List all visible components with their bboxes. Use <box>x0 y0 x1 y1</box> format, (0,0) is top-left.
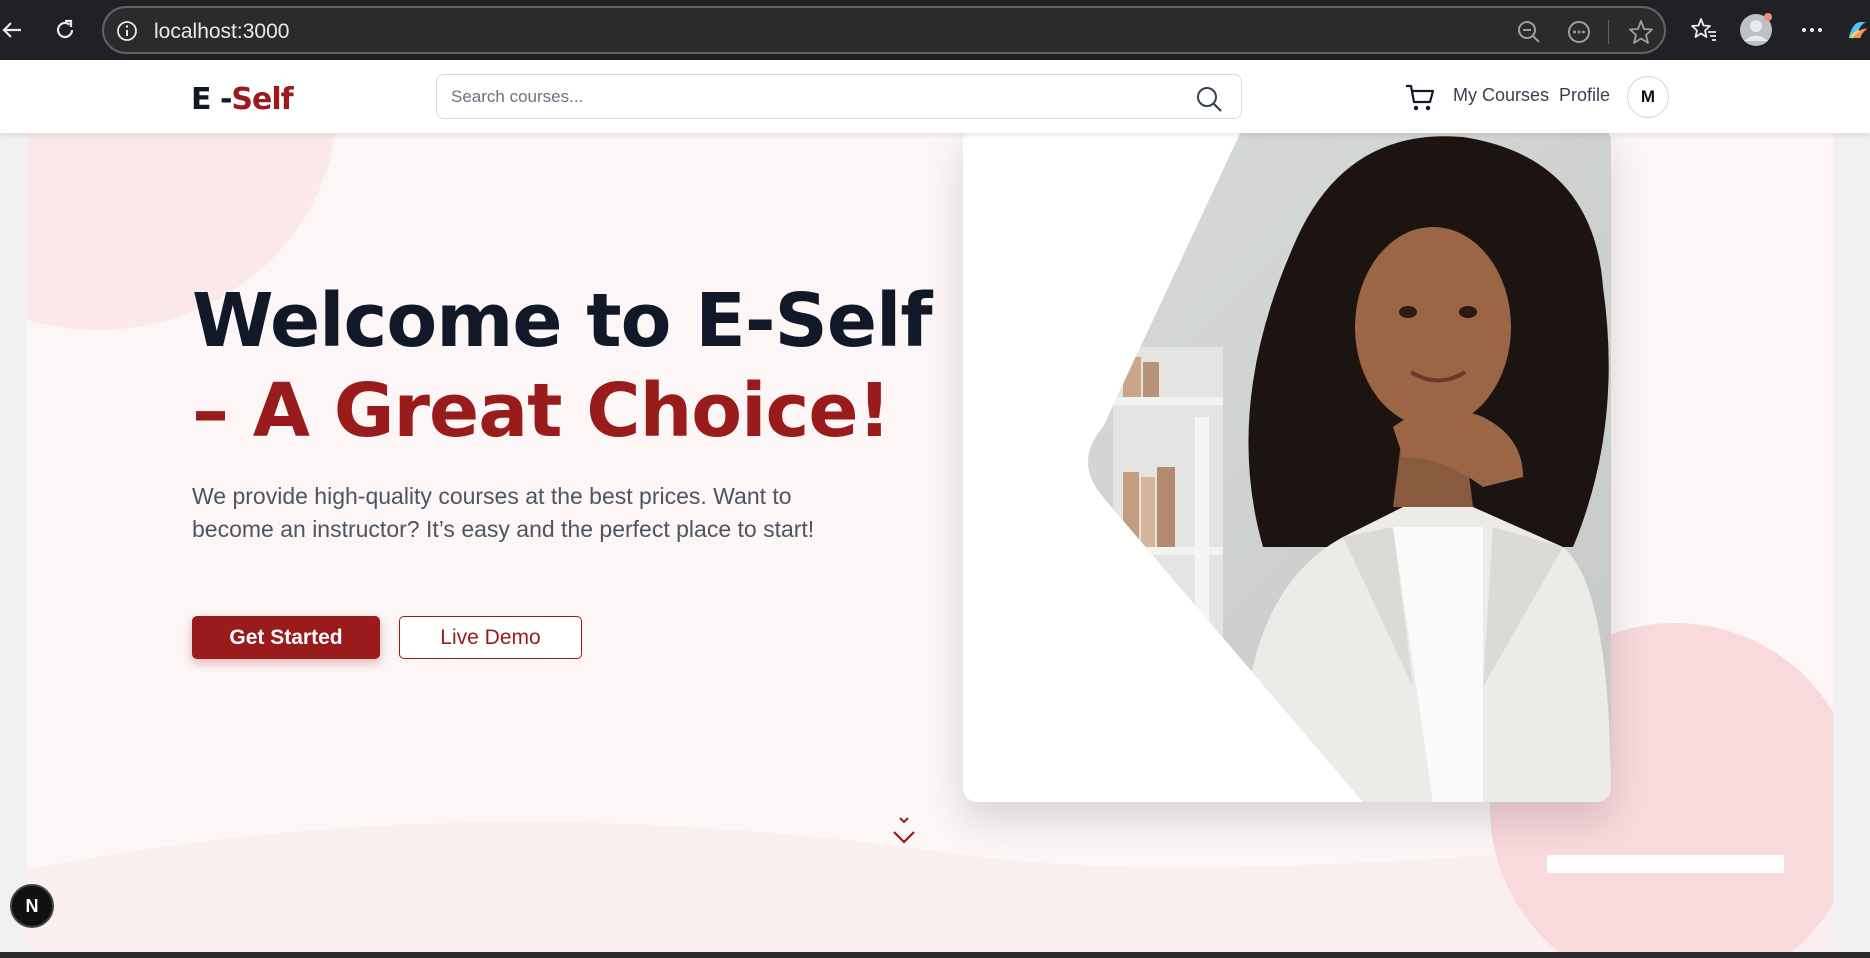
decorative-stripe <box>1547 855 1784 873</box>
more-tools-icon[interactable] <box>1566 19 1592 45</box>
instructor-portrait-illustration <box>1088 127 1611 802</box>
zoom-out-icon[interactable] <box>1516 19 1542 45</box>
chevron-down-icon[interactable] <box>890 816 918 846</box>
search-box <box>436 74 1242 119</box>
url-text[interactable]: localhost:3000 <box>154 20 289 44</box>
site-logo[interactable]: E -Self <box>191 82 294 117</box>
info-icon[interactable] <box>116 20 138 42</box>
browser-toolbar: localhost:3000 <box>0 0 1870 60</box>
address-bar[interactable]: localhost:3000 <box>102 6 1666 54</box>
nav-profile[interactable]: Profile <box>1559 85 1610 106</box>
avatar[interactable]: M <box>1627 76 1669 118</box>
menu-dots-icon[interactable] <box>1794 12 1830 48</box>
logo-suffix: Self <box>231 82 293 117</box>
dev-tools-badge[interactable]: N <box>10 884 54 928</box>
star-icon[interactable] <box>1628 19 1654 45</box>
site-header: E -Self My Courses Profile M <box>0 60 1870 133</box>
address-divider <box>1608 20 1609 44</box>
hero-title-line-1: Welcome to E-Self <box>192 278 933 364</box>
search-icon[interactable] <box>1195 85 1223 113</box>
get-started-button[interactable]: Get Started <box>192 616 380 659</box>
live-demo-button[interactable]: Live Demo <box>399 616 582 659</box>
hero-title-line-2: – A Great Choice! <box>192 368 891 454</box>
window-bottom-edge <box>0 952 1870 958</box>
favorites-icon[interactable] <box>1686 12 1722 48</box>
hero-image <box>963 127 1611 802</box>
profile-icon[interactable] <box>1738 12 1774 48</box>
nav-my-courses[interactable]: My Courses <box>1453 85 1549 106</box>
hero-description: We provide high-quality courses at the b… <box>192 483 815 542</box>
reload-icon[interactable] <box>45 10 85 50</box>
copilot-icon[interactable] <box>1846 12 1870 48</box>
search-input[interactable] <box>451 85 1151 109</box>
logo-prefix: E - <box>191 82 232 117</box>
cart-icon[interactable] <box>1404 82 1436 114</box>
back-icon[interactable] <box>0 10 32 50</box>
